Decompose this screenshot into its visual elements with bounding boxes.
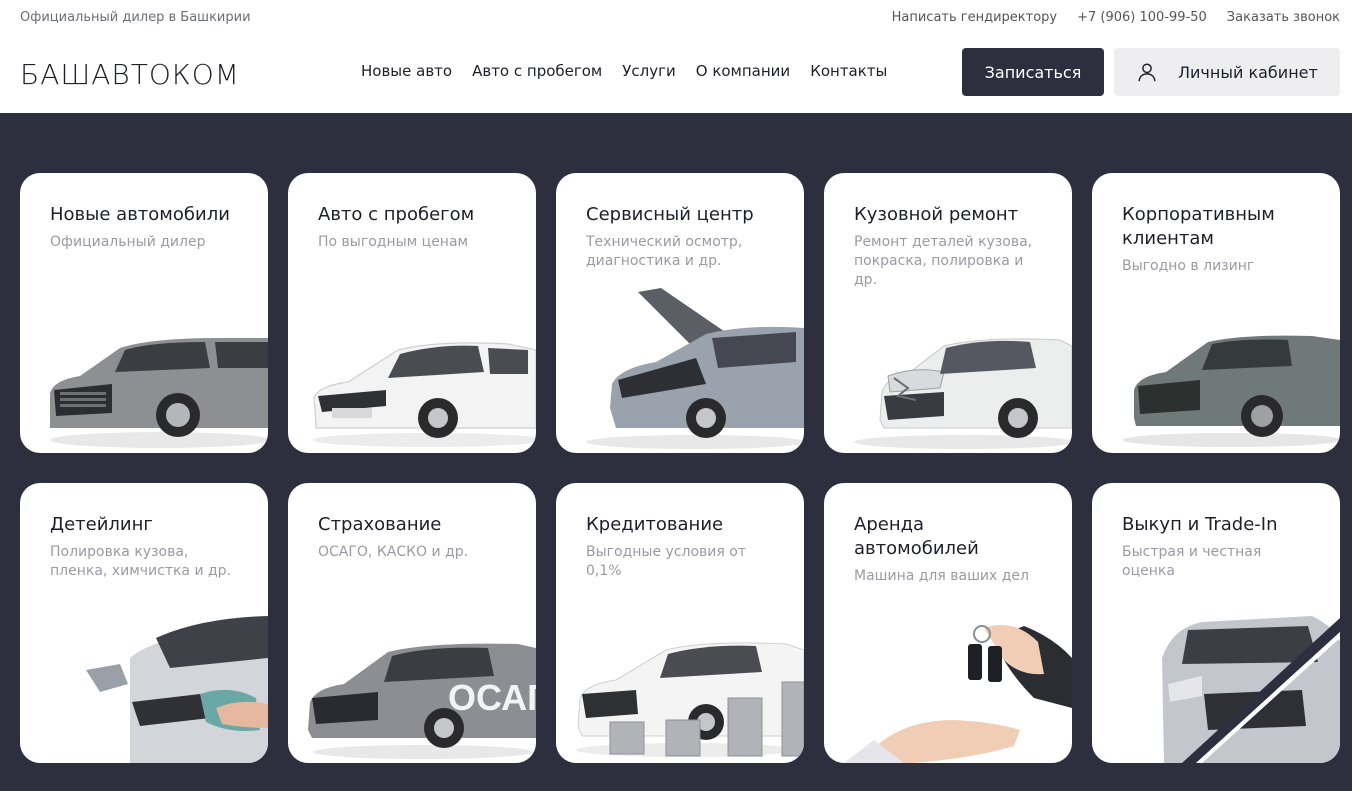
card-subtitle: ОСАГО, КАСКО и др. — [318, 544, 469, 560]
write-ceo-link[interactable]: Написать гендиректору — [892, 10, 1058, 25]
insurance-overlay-text: ОСАГ — [448, 677, 536, 718]
card-subtitle: Машина для ваших дел — [854, 568, 1029, 584]
car-keys-handover-image — [844, 625, 1072, 763]
nav-item-used-cars[interactable]: Авто с пробегом — [472, 62, 602, 80]
card-insurance[interactable]: Страхование ОСАГО, КАСКО и др. ОСАГ — [288, 483, 536, 763]
card-title: Кредитование — [586, 514, 724, 535]
card-title: Детейлинг — [50, 514, 153, 535]
signup-button[interactable]: Записаться — [962, 48, 1104, 96]
top-links: Написать гендиректору +7 (906) 100-99-50… — [892, 10, 1340, 25]
damaged-car-image — [854, 338, 1072, 449]
card-title: Кузовной ремонт — [854, 204, 1019, 225]
nav-item-about[interactable]: О компании — [696, 62, 790, 80]
card-subtitle: Технический осмотр, диагностика и др. — [586, 234, 743, 269]
card-subtitle: Полировка кузова, пленка, химчистка и др… — [50, 544, 232, 579]
services-section: Новые автомобили Официальный дилер Авто … — [0, 113, 1352, 791]
card-subtitle: Выгодно в лизинг — [1122, 258, 1255, 274]
card-body-repair[interactable]: Кузовной ремонт Ремонт деталей кузова, п… — [824, 173, 1072, 453]
card-corporate[interactable]: Корпоративным клиентам Выгодно в лизинг — [1092, 173, 1340, 453]
card-title: Корпоративным клиентам — [1122, 204, 1275, 249]
card-subtitle: По выгодным ценам — [318, 234, 469, 250]
car-polishing-image — [86, 616, 268, 763]
card-title: Выкуп и Trade-In — [1122, 514, 1278, 535]
card-service-center[interactable]: Сервисный центр Технический осмотр, диаг… — [556, 173, 804, 453]
callback-link[interactable]: Заказать звонок — [1227, 10, 1340, 25]
nav-item-new-cars[interactable]: Новые авто — [361, 62, 452, 80]
site-header: Официальный дилер в Башкирии Написать ге… — [0, 0, 1352, 113]
card-used-cars[interactable]: Авто с пробегом По выгодным ценам — [288, 173, 536, 453]
grey-suv-image — [50, 338, 268, 448]
card-title: Авто с пробегом — [318, 204, 475, 225]
user-icon — [1138, 63, 1156, 82]
nav-item-contacts[interactable]: Контакты — [810, 62, 887, 80]
dealer-tagline: Официальный дилер в Башкирии — [20, 10, 251, 25]
card-subtitle: Официальный дилер — [50, 234, 206, 250]
card-title: Страхование — [318, 514, 442, 535]
card-detailing[interactable]: Детейлинг Полировка кузова, пленка, химч… — [20, 483, 268, 763]
cabinet-label: Личный кабинет — [1178, 62, 1318, 82]
cabinet-button[interactable]: Личный кабинет — [1114, 48, 1340, 96]
card-subtitle: Быстрая и честная оценка — [1122, 544, 1262, 579]
card-new-cars[interactable]: Новые автомобили Официальный дилер — [20, 173, 268, 453]
trade-in-car-image — [1162, 616, 1340, 763]
insured-suv-image: ОСАГ — [308, 643, 536, 759]
card-rent[interactable]: Аренда автомобилей Машина для ваших дел — [824, 483, 1072, 763]
card-credit[interactable]: Кредитование Выгодные условия от 0,1% — [556, 483, 804, 763]
car-coins-image — [576, 642, 804, 757]
site-logo[interactable]: БАШАВТОКОМ — [20, 58, 240, 91]
phone-link[interactable]: +7 (906) 100-99-50 — [1077, 10, 1207, 25]
main-nav: Новые авто Авто с пробегом Услуги О комп… — [361, 62, 887, 80]
nav-item-services[interactable]: Услуги — [622, 62, 675, 80]
card-trade-in[interactable]: Выкуп и Trade-In Быстрая и честная оценк… — [1092, 483, 1340, 763]
card-subtitle: Выгодные условия от 0,1% — [586, 544, 746, 579]
card-title: Сервисный центр — [586, 204, 754, 225]
white-sedan-image — [313, 342, 536, 447]
card-title: Аренда автомобилей — [854, 514, 979, 559]
top-bar: Официальный дилер в Башкирии Написать ге… — [20, 10, 1340, 28]
green-suv-image — [1122, 335, 1340, 447]
car-open-hood-image — [586, 288, 804, 449]
card-subtitle: Ремонт деталей кузова, покраска, полиров… — [854, 234, 1033, 288]
card-title: Новые автомобили — [50, 204, 230, 225]
